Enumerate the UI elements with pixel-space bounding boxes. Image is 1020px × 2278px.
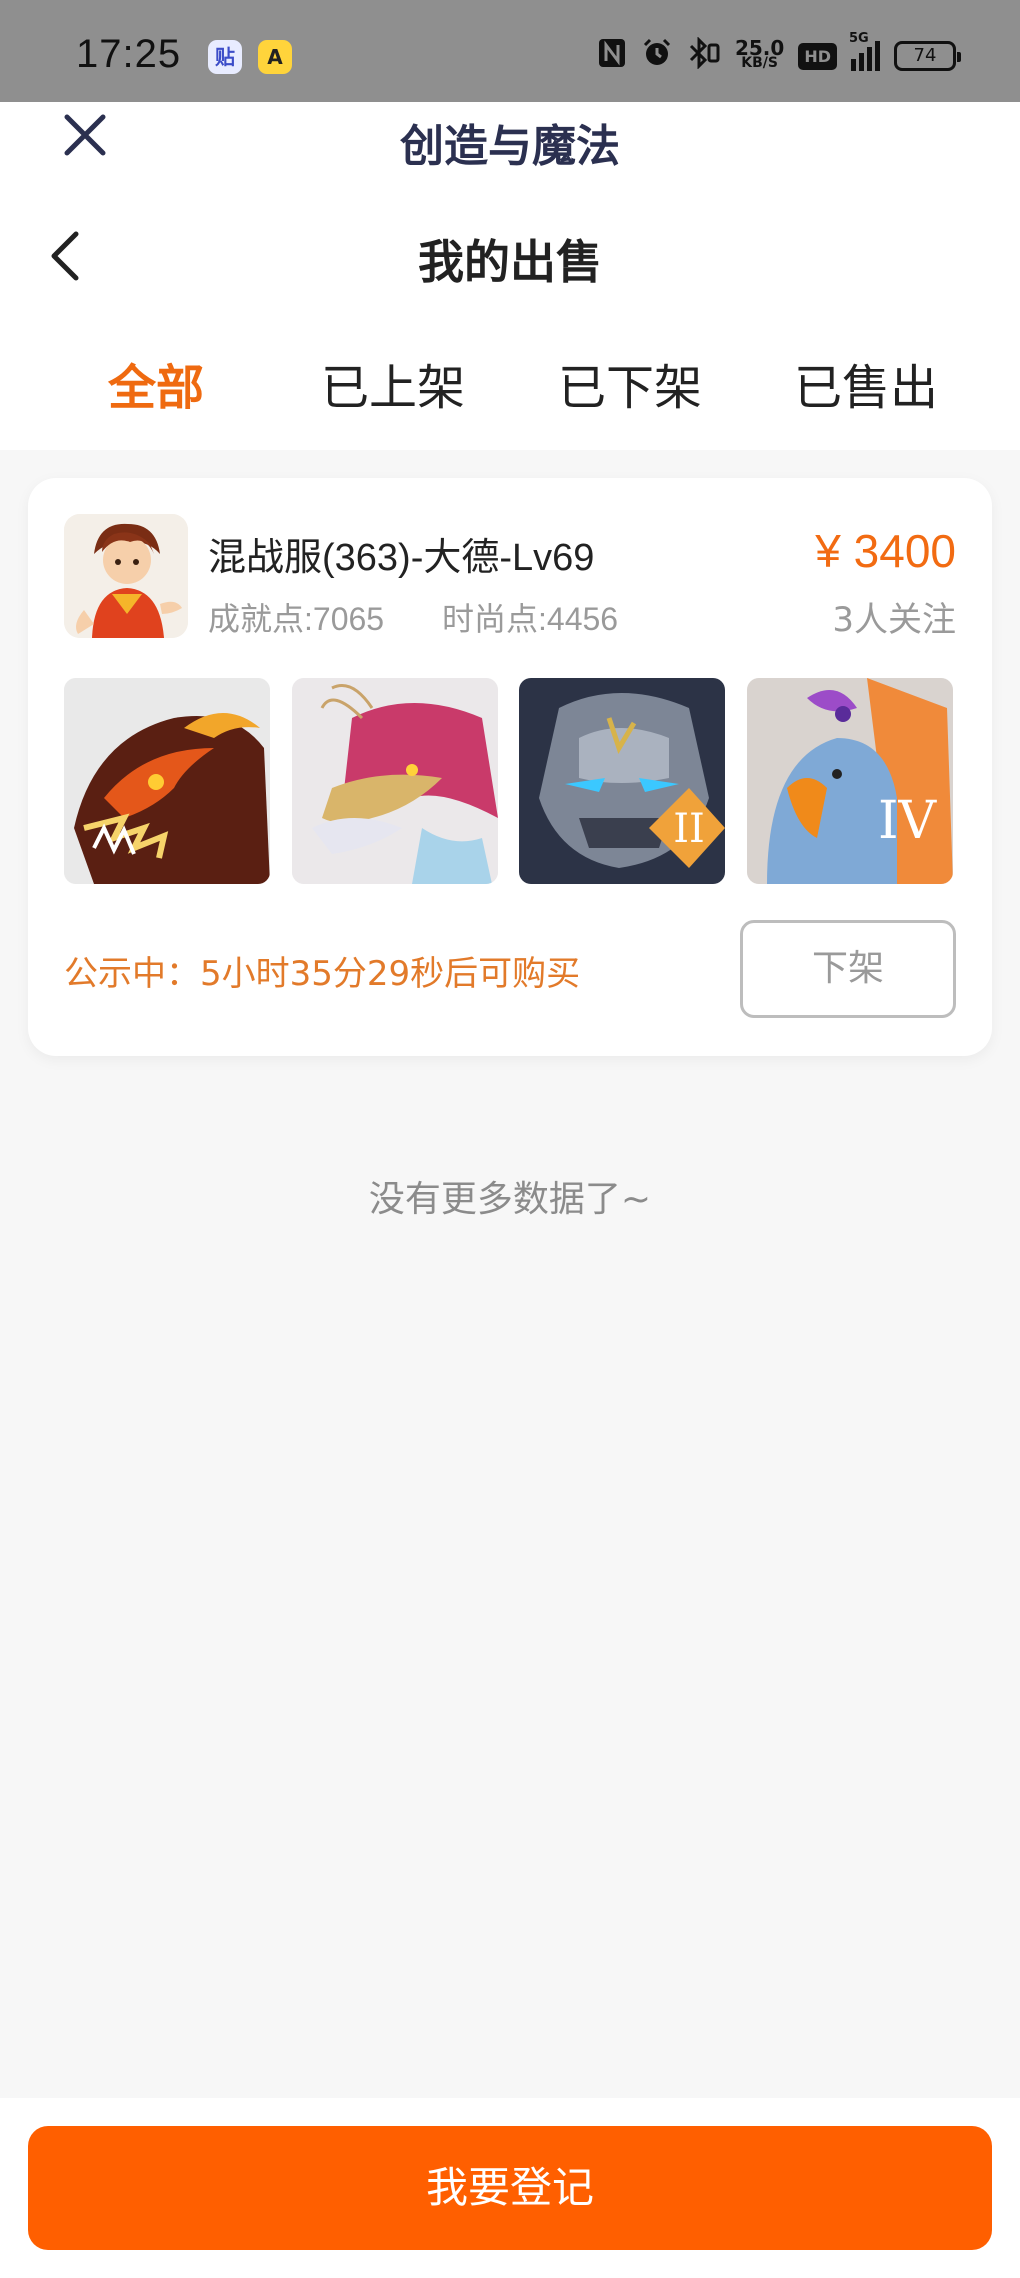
- achievement-points: 成就点:7065: [208, 601, 385, 637]
- pet-tier-badge: IV: [878, 791, 938, 851]
- back-button[interactable]: [46, 228, 86, 284]
- app-title: 创造与魔法: [400, 121, 620, 172]
- delist-button[interactable]: 下架: [740, 920, 956, 1018]
- battery-icon: 74: [894, 41, 961, 71]
- stone-golem-pet-image[interactable]: II: [519, 678, 725, 884]
- tab-delisted[interactable]: 已下架: [530, 350, 730, 426]
- listing-title: 混战服(363)-大德-Lv69: [208, 537, 595, 579]
- character-avatar-image: [64, 514, 188, 638]
- listing-price: ¥ 3400: [815, 525, 956, 577]
- no-more-data-text: 没有更多数据了~: [368, 1179, 652, 1220]
- pet-gallery: II IV: [64, 678, 956, 884]
- fashion-points: 时尚点:4456: [442, 601, 619, 637]
- listing-card[interactable]: 混战服(363)-大德-Lv69 成就点:7065 时尚点:4456 ¥ 340…: [28, 478, 992, 1056]
- network-speed-unit: KB/S: [741, 55, 778, 71]
- close-icon: [64, 114, 106, 156]
- public-notice-countdown: 公示中：5小时35分29秒后可购买: [64, 954, 581, 994]
- close-button[interactable]: [62, 112, 108, 158]
- page-title: 我的出售: [418, 235, 602, 289]
- hd-voice-icon: HD: [798, 42, 837, 70]
- griffin-pet-image[interactable]: IV: [747, 678, 953, 884]
- alarm-icon: [641, 37, 673, 75]
- follower-count: 3人关注: [832, 600, 956, 640]
- tieba-app-icon: 贴: [208, 40, 242, 74]
- avatar: [64, 514, 188, 638]
- signal-icon: 5G: [849, 31, 880, 71]
- tab-all[interactable]: 全部: [56, 350, 256, 426]
- nfc-icon: [597, 37, 627, 75]
- status-tabs: 全部 已上架 已下架 已售出: [0, 350, 1020, 426]
- pet-tier-badge: II: [673, 806, 705, 852]
- tab-listed[interactable]: 已上架: [293, 350, 493, 426]
- eastern-dragon-pet-image[interactable]: [292, 678, 498, 884]
- network-speed: 25.0 KB/S: [734, 36, 785, 71]
- amap-app-icon: A: [258, 40, 292, 74]
- register-button[interactable]: 我要登记: [28, 2126, 992, 2250]
- network-speed-value: 25.0: [734, 36, 785, 60]
- status-bar: 17:25 贴 A 25.0 KB/S HD 5G 74: [0, 0, 1020, 102]
- status-indicators: 25.0 KB/S HD 5G 74: [597, 31, 961, 78]
- chevron-left-icon: [51, 231, 79, 281]
- fire-dragon-pet-image[interactable]: [64, 678, 270, 884]
- status-time: 17:25: [76, 32, 182, 76]
- network-type-label: 5G: [849, 31, 869, 46]
- tab-sold[interactable]: 已售出: [766, 350, 966, 426]
- bluetooth-icon: [687, 36, 721, 75]
